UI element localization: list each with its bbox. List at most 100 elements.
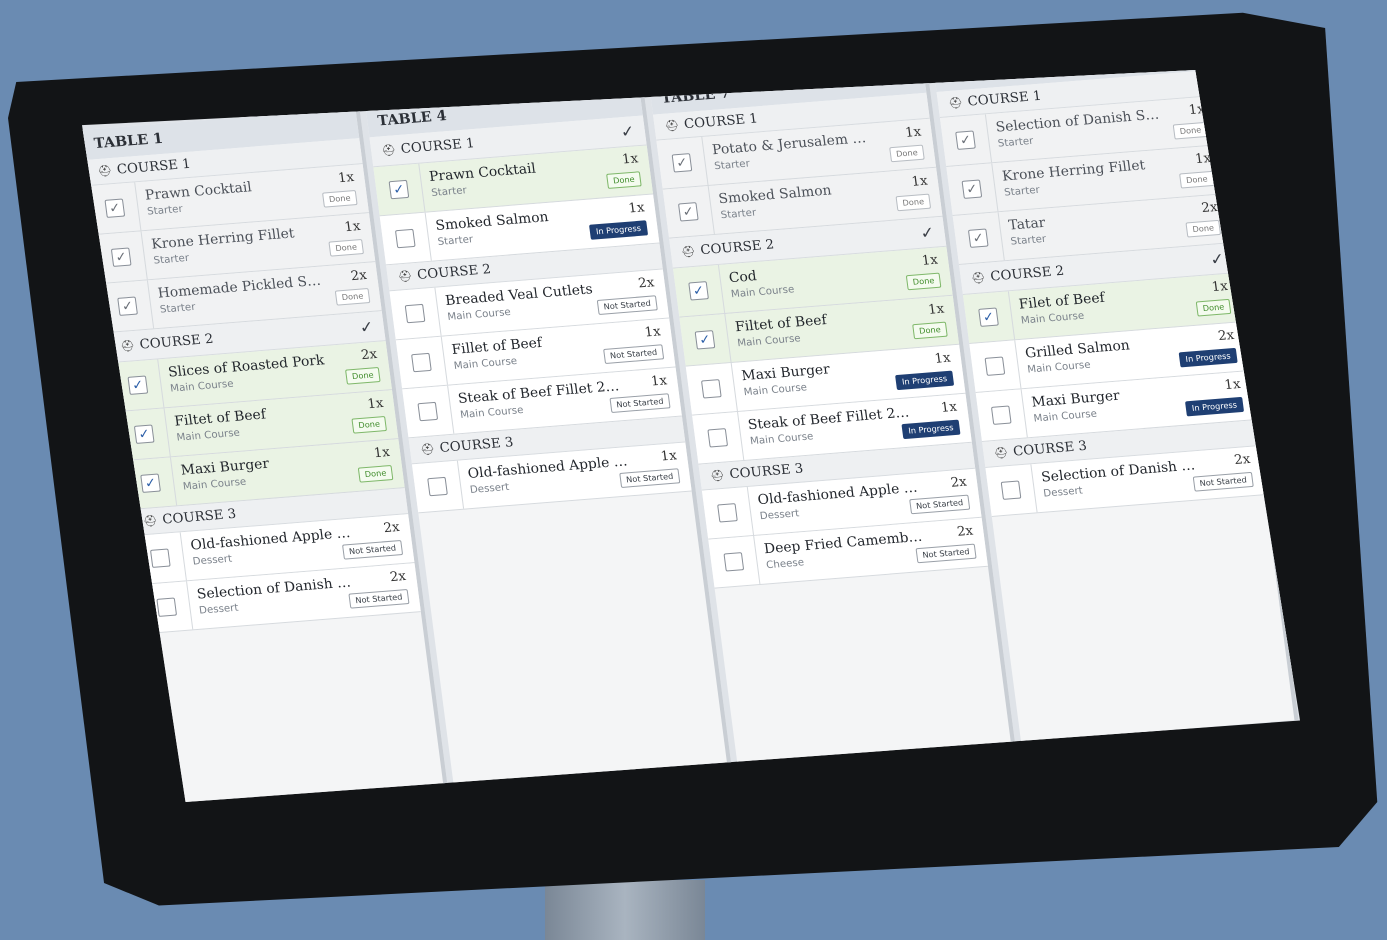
status-badge[interactable]: In Progress xyxy=(901,419,961,440)
cloche-icon: ⛑ xyxy=(680,244,697,259)
course-header-left: ⛑ COURSE 1 xyxy=(97,157,192,179)
checkbox-cell xyxy=(411,460,465,513)
status-badge[interactable]: Done xyxy=(344,366,381,385)
course-header-left: ⛑ COURSE 2 xyxy=(397,262,492,284)
checkbox-cell: ✓ xyxy=(673,264,726,317)
table-columns: TABLE 1 ⛑ COURSE 1 ✓ Prawn Cocktail Starter 1x… xyxy=(82,70,1299,803)
checkbox-icon[interactable] xyxy=(411,352,432,373)
checkbox-cell xyxy=(402,385,455,438)
checkbox-cell xyxy=(379,212,432,265)
status-badge[interactable]: Done xyxy=(334,287,371,306)
item-quantity: 1x xyxy=(920,252,939,269)
checkbox-icon[interactable]: ✓ xyxy=(694,330,716,350)
status-badge[interactable]: In Progress xyxy=(588,220,649,240)
item-quantity: 1x xyxy=(910,173,929,190)
checkbox-icon[interactable] xyxy=(707,428,729,448)
course-header-left: ⛑ COURSE 1 xyxy=(381,136,476,158)
status-badge[interactable]: Not Started xyxy=(609,393,671,414)
checkbox-icon[interactable]: ✓ xyxy=(117,296,138,316)
checkbox-icon[interactable] xyxy=(717,503,738,523)
checkbox-icon[interactable]: ✓ xyxy=(388,179,410,200)
item-quantity: 1x xyxy=(337,169,356,187)
course-header-left: ⛑ COURSE 3 xyxy=(142,507,237,529)
status-badge[interactable]: Done xyxy=(606,171,642,189)
checkmark-icon: ✓ xyxy=(919,222,936,243)
checkbox-icon[interactable]: ✓ xyxy=(967,228,989,248)
checkbox-icon[interactable] xyxy=(394,228,416,249)
checkbox-icon[interactable]: ✓ xyxy=(133,424,155,444)
checkbox-icon[interactable]: ✓ xyxy=(671,153,693,173)
status-badge[interactable]: Done xyxy=(889,144,925,163)
course-header-left: ⛑ COURSE 2 xyxy=(680,237,775,259)
checkbox-icon[interactable]: ✓ xyxy=(110,247,132,267)
checkbox-icon[interactable] xyxy=(723,552,745,572)
checkbox-cell xyxy=(708,535,761,588)
item-quantity: 2x xyxy=(1233,451,1252,469)
status-badge[interactable]: Not Started xyxy=(348,588,410,609)
status-badge[interactable]: Not Started xyxy=(596,295,658,316)
status-badge[interactable]: In Progress xyxy=(1178,347,1238,368)
checkbox-icon[interactable] xyxy=(984,356,1006,376)
status-badge[interactable]: Done xyxy=(321,189,358,208)
checkbox-cell xyxy=(985,464,1038,516)
checkbox-icon[interactable] xyxy=(404,303,426,324)
status-badge[interactable]: Done xyxy=(1185,219,1222,238)
item-quantity: 2x xyxy=(1200,199,1219,217)
checkbox-icon[interactable]: ✓ xyxy=(127,375,149,395)
status-badge[interactable]: Done xyxy=(1179,170,1215,189)
checkbox-icon[interactable]: ✓ xyxy=(955,130,976,150)
course-label: COURSE 2 xyxy=(138,331,215,353)
checkbox-icon[interactable] xyxy=(417,401,439,422)
checkbox-cell: ✓ xyxy=(656,136,709,189)
status-badge[interactable]: Not Started xyxy=(1192,471,1254,492)
checkbox-icon[interactable] xyxy=(149,548,171,568)
course-label: COURSE 2 xyxy=(699,237,776,259)
status-badge[interactable]: Done xyxy=(905,272,942,291)
status-badge[interactable]: Done xyxy=(351,415,388,434)
checkmark-icon: ✓ xyxy=(358,316,375,338)
checkbox-icon[interactable] xyxy=(156,597,178,617)
item-quantity: 1x xyxy=(627,200,646,217)
checkbox-icon[interactable]: ✓ xyxy=(140,473,161,493)
kitchen-display-screen: TABLE 1 ⛑ COURSE 1 ✓ Prawn Cocktail Starter 1x… xyxy=(82,70,1300,803)
checkbox-icon[interactable]: ✓ xyxy=(104,198,126,218)
status-badge[interactable]: Done xyxy=(328,238,365,257)
item-quantity: 1x xyxy=(621,151,640,168)
status-badge[interactable]: Done xyxy=(1172,121,1209,140)
course-label: COURSE 2 xyxy=(989,263,1066,285)
cloche-icon: ⛑ xyxy=(119,339,136,354)
checkbox-cell xyxy=(389,287,442,340)
item-quantity: 2x xyxy=(382,519,401,537)
checkbox-icon[interactable] xyxy=(427,476,448,497)
status-badge[interactable]: In Progress xyxy=(894,370,955,391)
checkbox-cell: ✓ xyxy=(679,313,732,366)
status-badge[interactable]: Done xyxy=(1195,298,1232,317)
cloche-icon: ⛑ xyxy=(142,514,159,529)
status-badge[interactable]: Done xyxy=(895,193,932,212)
checkbox-icon[interactable] xyxy=(990,405,1012,425)
status-badge[interactable]: Not Started xyxy=(619,468,681,489)
checkbox-icon[interactable]: ✓ xyxy=(677,202,699,222)
cloche-icon: ⛑ xyxy=(96,164,113,179)
checkbox-icon[interactable]: ✓ xyxy=(688,281,709,301)
status-badge[interactable]: Not Started xyxy=(602,344,665,365)
item-quantity: 1x xyxy=(650,373,668,390)
checkbox-cell xyxy=(395,336,448,389)
cloche-icon: ⛑ xyxy=(947,95,964,111)
status-badge[interactable]: Not Started xyxy=(909,494,971,515)
checkmark-icon: ✓ xyxy=(1209,248,1226,269)
status-badge[interactable]: Not Started xyxy=(915,543,977,564)
status-badge[interactable]: Not Started xyxy=(341,539,404,560)
status-badge[interactable]: In Progress xyxy=(1184,396,1245,417)
checkbox-icon[interactable] xyxy=(700,379,722,399)
checkbox-icon[interactable] xyxy=(1000,480,1022,500)
checkbox-icon[interactable]: ✓ xyxy=(978,307,999,327)
item-quantity: 1x xyxy=(904,124,923,141)
status-badge[interactable]: Done xyxy=(912,321,948,340)
course-header-left: ⛑ COURSE 3 xyxy=(993,439,1088,461)
course-label: COURSE 1 xyxy=(116,156,192,178)
checkbox-cell xyxy=(701,486,755,539)
status-badge[interactable]: Done xyxy=(357,464,394,483)
tablet-stand xyxy=(545,880,705,940)
checkbox-icon[interactable]: ✓ xyxy=(961,179,983,199)
